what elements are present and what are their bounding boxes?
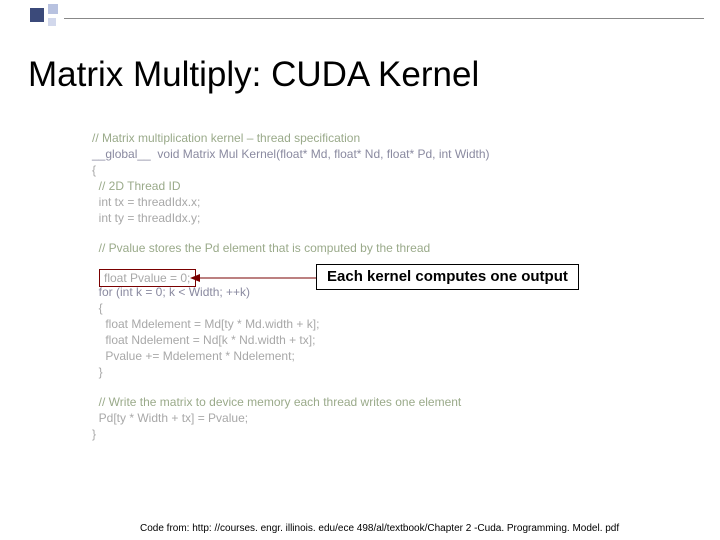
deco-square-small-top (48, 4, 58, 14)
footer-url: http: //courses. engr. illinois. edu/ece… (192, 523, 619, 534)
code-line: // Pvalue stores the Pd element that is … (92, 240, 490, 256)
code-line: // 2D Thread ID (92, 178, 490, 194)
highlighted-code-pvalue: float Pvalue = 0; (99, 269, 196, 287)
code-blank-line (92, 380, 490, 394)
code-line: } (92, 426, 490, 442)
code-line: // Matrix multiplication kernel – thread… (92, 130, 490, 146)
deco-rule-line (64, 18, 704, 19)
code-line: Pvalue += Mdelement * Ndelement; (92, 348, 490, 364)
code-line: // Write the matrix to device memory eac… (92, 394, 490, 410)
deco-square-small-bottom (48, 18, 56, 26)
footer-citation: Code from: http: //courses. engr. illino… (140, 523, 619, 534)
annotation-arrow (190, 268, 320, 288)
code-line: int ty = threadIdx.y; (92, 210, 490, 226)
code-line: __global__ void Matrix Mul Kernel(float*… (92, 146, 490, 162)
code-line: { (92, 300, 490, 316)
code-line: float Mdelement = Md[ty * Md.width + k]; (92, 316, 490, 332)
code-blank-line (92, 226, 490, 240)
code-line: Pd[ty * Width + tx] = Pvalue; (92, 410, 490, 426)
footer-prefix: Code from: (140, 523, 192, 534)
code-line: int tx = threadIdx.x; (92, 194, 490, 210)
code-line: float Ndelement = Nd[k * Nd.width + tx]; (92, 332, 490, 348)
deco-square-large (30, 8, 44, 22)
code-line: { (92, 162, 490, 178)
slide-header-decoration (0, 0, 720, 30)
code-line: } (92, 364, 490, 380)
slide-title: Matrix Multiply: CUDA Kernel (28, 55, 479, 95)
annotation-label: Each kernel computes one output (316, 264, 579, 290)
